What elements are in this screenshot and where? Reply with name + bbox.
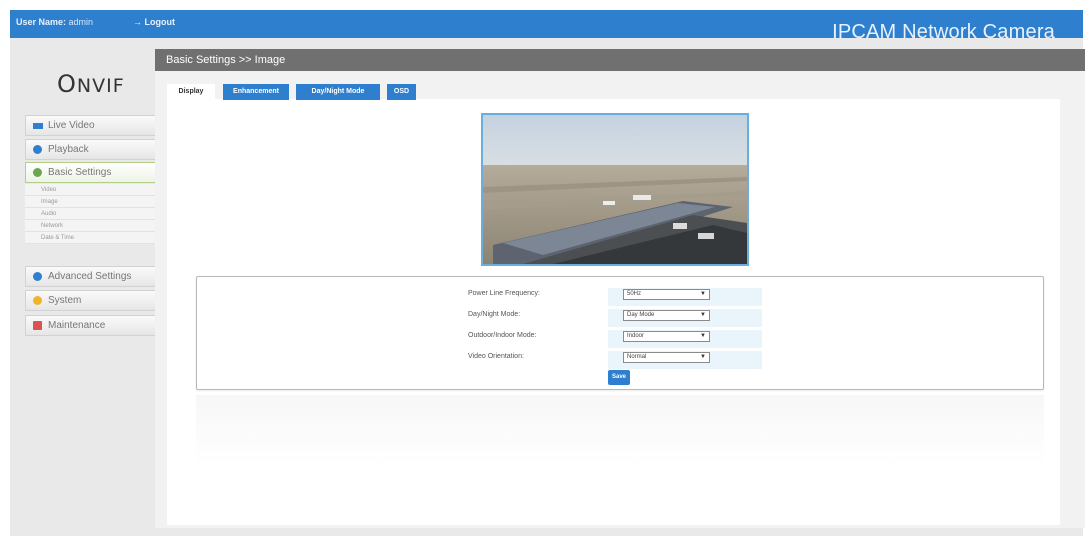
sidebar-item-system[interactable]: System — [25, 290, 157, 311]
user-name-value: admin — [68, 17, 94, 27]
submenu-item-audio[interactable]: Audio — [25, 208, 157, 220]
sidebar-item-live-video[interactable]: Live Video — [25, 115, 157, 136]
sidebar-item-playback[interactable]: Playback — [25, 139, 157, 160]
video-orientation-label: Video Orientation: — [468, 353, 524, 360]
top-header-bar: User Name: admin → Logout IPCAM Network … — [10, 10, 1083, 43]
sidebar-item-label: System — [48, 295, 82, 306]
basic-settings-submenu: Video Image Audio Network Date & Time — [25, 184, 157, 244]
sidebar-item-label: Playback — [48, 144, 89, 155]
page-title: Basic Settings >> Image — [155, 49, 1085, 71]
sidebar-item-label: Maintenance — [48, 320, 106, 331]
day-night-mode-select[interactable]: Day Mode ▼ — [623, 310, 710, 321]
live-video-icon — [33, 123, 43, 129]
playback-icon — [33, 145, 42, 154]
onvif-logo: ONVIF — [57, 70, 125, 98]
outdoor-indoor-mode-select[interactable]: Indoor ▼ — [623, 331, 710, 342]
video-orientation-select[interactable]: Normal ▼ — [623, 352, 710, 363]
form-row-power-line-frequency: Power Line Frequency: 50Hz ▼ — [465, 285, 763, 306]
power-line-frequency-select[interactable]: 50Hz ▼ — [623, 289, 710, 300]
camera-preview-image — [481, 113, 749, 266]
power-line-frequency-label: Power Line Frequency: — [468, 290, 540, 297]
sidebar-item-label: Basic Settings — [48, 167, 112, 178]
save-button[interactable]: Save — [608, 370, 630, 385]
outdoor-indoor-mode-label: Outdoor/Indoor Mode: — [468, 332, 537, 339]
sidebar-item-advanced-settings[interactable]: Advanced Settings — [25, 266, 157, 287]
maintenance-icon — [33, 321, 42, 330]
submenu-item-network[interactable]: Network — [25, 220, 157, 232]
form-row-day-night-mode: Day/Night Mode: Day Mode ▼ — [465, 306, 763, 327]
sidebar-item-label: Live Video — [48, 120, 95, 131]
submenu-item-video[interactable]: Video — [25, 184, 157, 196]
tab-osd[interactable]: OSD — [387, 84, 416, 100]
sidebar-item-basic-settings[interactable]: Basic Settings — [25, 162, 157, 183]
dropdown-arrow-icon: ▼ — [700, 312, 706, 318]
submenu-item-image[interactable]: Image — [25, 196, 157, 208]
submenu-item-date-time[interactable]: Date & Time — [25, 232, 157, 244]
system-icon — [33, 296, 42, 305]
tab-display[interactable]: Display — [167, 84, 215, 101]
dropdown-arrow-icon: ▼ — [700, 291, 706, 297]
tab-enhancement[interactable]: Enhancement — [223, 84, 289, 100]
advanced-settings-icon — [33, 272, 42, 281]
day-night-mode-label: Day/Night Mode: — [468, 311, 521, 318]
sidebar-item-label: Advanced Settings — [48, 271, 132, 282]
logout-link[interactable]: → Logout — [133, 17, 175, 27]
dropdown-arrow-icon: ▼ — [700, 354, 706, 360]
tab-day-night-mode[interactable]: Day/Night Mode — [296, 84, 380, 100]
dropdown-arrow-icon: ▼ — [700, 333, 706, 339]
user-name-label: User Name: admin — [16, 17, 94, 27]
form-row-outdoor-indoor-mode: Outdoor/Indoor Mode: Indoor ▼ — [465, 327, 763, 348]
form-row-video-orientation: Video Orientation: Normal ▼ — [465, 348, 763, 369]
panel-shadow — [196, 395, 1044, 465]
display-settings-form: Power Line Frequency: 50Hz ▼ Day/Night Mo… — [465, 285, 763, 369]
basic-settings-icon — [33, 168, 42, 177]
sidebar-item-maintenance[interactable]: Maintenance — [25, 315, 157, 336]
